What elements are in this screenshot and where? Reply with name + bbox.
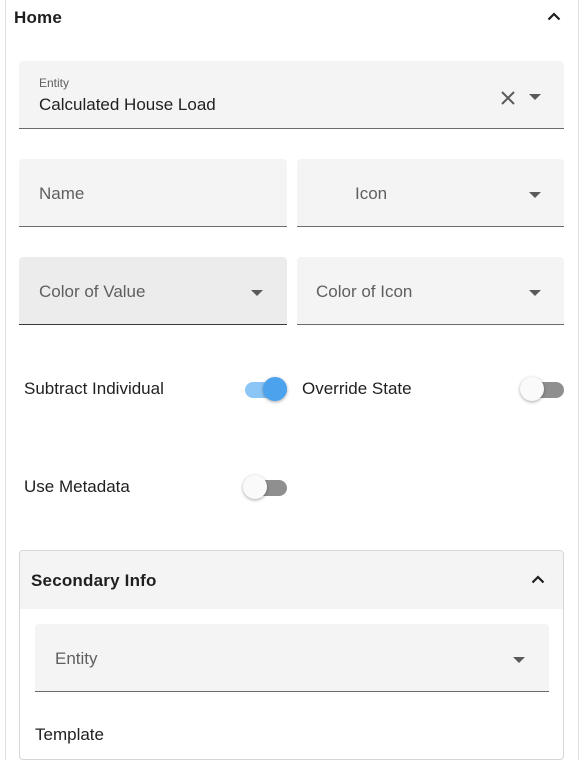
- dropdown-arrow-icon[interactable]: [529, 94, 541, 100]
- chevron-up-icon[interactable]: [531, 575, 545, 584]
- entity-field-label: Entity: [39, 76, 70, 90]
- toggle-thumb: [243, 475, 267, 499]
- color-of-icon-select[interactable]: Color of Icon: [297, 257, 564, 325]
- secondary-info-header[interactable]: Secondary Info: [20, 551, 563, 609]
- template-label: Template: [35, 725, 104, 744]
- subtract-individual-toggle[interactable]: [243, 376, 287, 402]
- entity-select[interactable]: Entity Calculated House Load: [19, 61, 564, 129]
- toggle-thumb: [263, 377, 287, 401]
- secondary-entity-select[interactable]: Entity: [35, 624, 549, 692]
- icon-field-label: Icon: [355, 184, 388, 203]
- home-section-title[interactable]: Home: [14, 8, 62, 28]
- secondary-entity-label: Entity: [55, 649, 98, 668]
- color-of-value-label: Color of Value: [39, 282, 146, 301]
- dropdown-arrow-icon[interactable]: [513, 657, 525, 663]
- toggle-thumb: [520, 377, 544, 401]
- dropdown-arrow-icon[interactable]: [529, 290, 541, 296]
- color-of-value-select[interactable]: Color of Value: [19, 257, 287, 325]
- name-field-label: Name: [39, 184, 85, 203]
- icon-picker[interactable]: Icon: [297, 159, 564, 227]
- dropdown-arrow-icon[interactable]: [529, 192, 541, 198]
- use-metadata-label: Use Metadata: [24, 477, 130, 496]
- secondary-info-title: Secondary Info: [31, 571, 157, 590]
- dropdown-arrow-icon[interactable]: [251, 290, 263, 296]
- override-state-toggle[interactable]: [520, 376, 564, 402]
- close-icon[interactable]: [500, 90, 516, 106]
- override-state-label: Override State: [302, 379, 412, 398]
- entity-field-value: Calculated House Load: [39, 95, 216, 114]
- subtract-individual-label: Subtract Individual: [24, 379, 164, 398]
- color-of-icon-label: Color of Icon: [316, 282, 413, 301]
- name-field[interactable]: Name: [19, 159, 287, 227]
- use-metadata-toggle[interactable]: [243, 474, 287, 500]
- chevron-up-icon[interactable]: [547, 12, 561, 21]
